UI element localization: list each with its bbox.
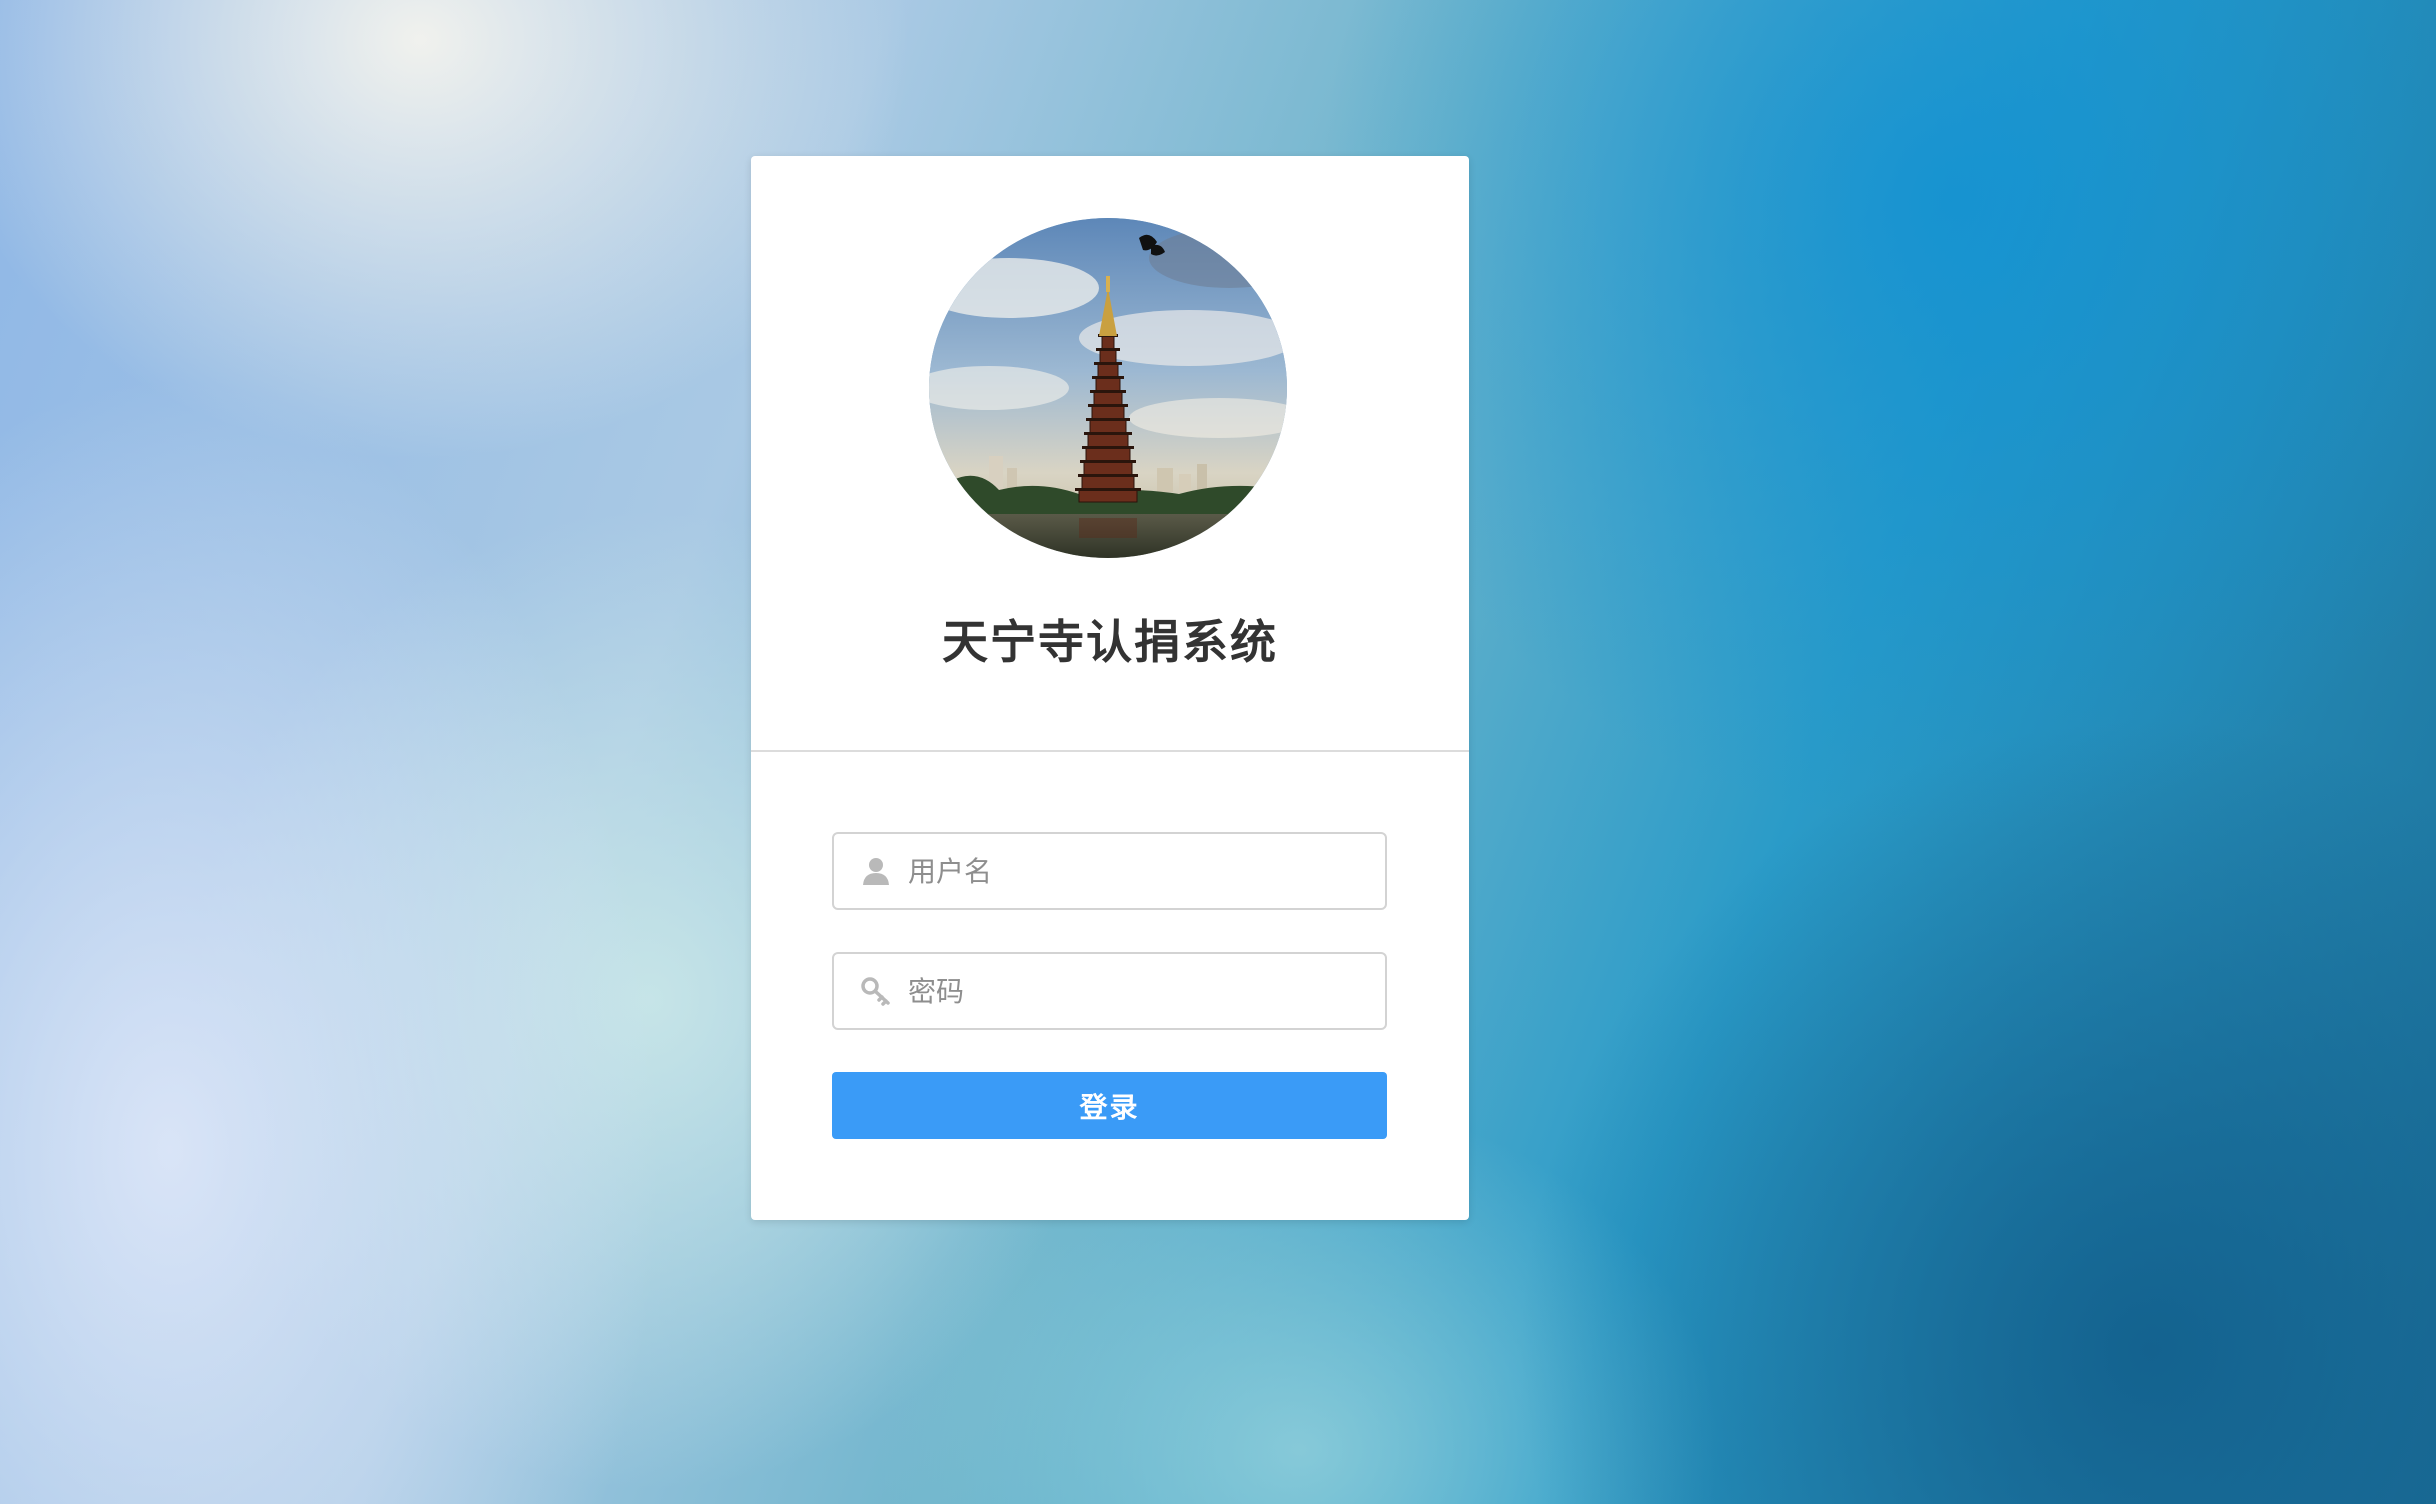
username-input[interactable] (908, 834, 1368, 908)
page-title: 天宁寺认捐系统 (942, 615, 1278, 669)
username-field[interactable] (832, 832, 1387, 910)
password-input[interactable] (908, 954, 1368, 1028)
pagoda-logo-image (929, 218, 1287, 558)
pagoda-image (929, 218, 1287, 558)
password-field[interactable] (832, 952, 1387, 1030)
user-icon (860, 855, 892, 887)
key-icon (860, 975, 892, 1007)
login-card: 天宁寺认捐系统 登录 (751, 156, 1469, 1220)
card-header: 天宁寺认捐系统 (751, 156, 1469, 752)
login-button[interactable]: 登录 (832, 1072, 1387, 1139)
